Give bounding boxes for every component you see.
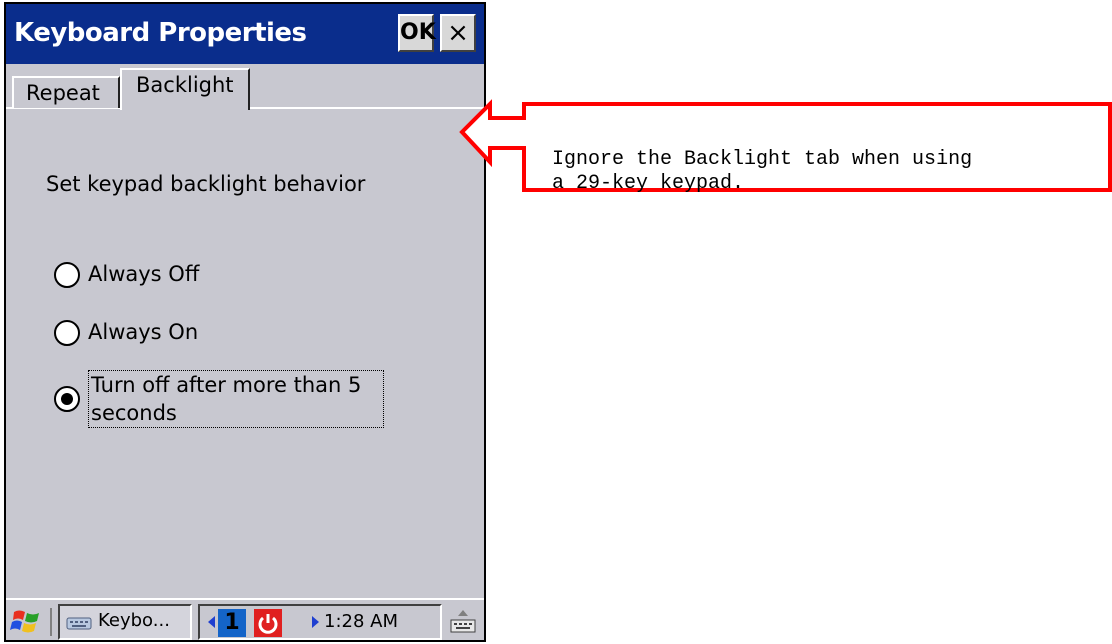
tab-backlight[interactable]: Backlight bbox=[120, 68, 250, 110]
active-tab-join bbox=[122, 106, 248, 110]
callout-text: Ignore the Backlight tab when using a 29… bbox=[552, 148, 973, 195]
